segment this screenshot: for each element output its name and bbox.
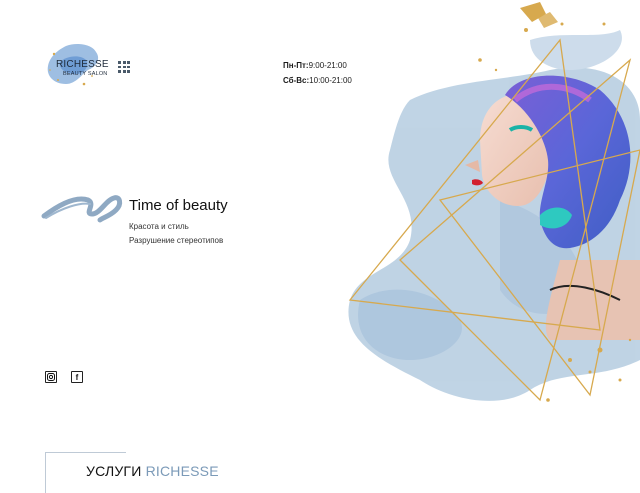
logo-title: RICHESSE — [56, 59, 109, 70]
instagram-icon[interactable] — [45, 371, 57, 383]
services-heading-brand: RICHESSE — [145, 463, 219, 479]
hero-subtitle-1: Красота и стиль — [129, 222, 189, 231]
logo[interactable]: RICHESSE BEAUTY SALON — [36, 40, 109, 98]
logo-subtitle: BEAUTY SALON — [63, 71, 108, 77]
facebook-icon[interactable]: f — [71, 371, 83, 383]
facebook-glyph: f — [75, 372, 79, 382]
instagram-glyph — [47, 373, 55, 381]
hero-artwork — [348, 2, 640, 402]
services-heading-prefix: УСЛУГИ — [86, 463, 142, 479]
hero-title: Time of beauty — [129, 197, 228, 214]
grid-menu-icon[interactable] — [118, 61, 132, 73]
hero-subtitle-2: Разрушение стереотипов — [129, 236, 224, 245]
services-heading: УСЛУГИ RICHESSE — [86, 463, 219, 479]
brush-stroke-icon — [41, 195, 123, 223]
